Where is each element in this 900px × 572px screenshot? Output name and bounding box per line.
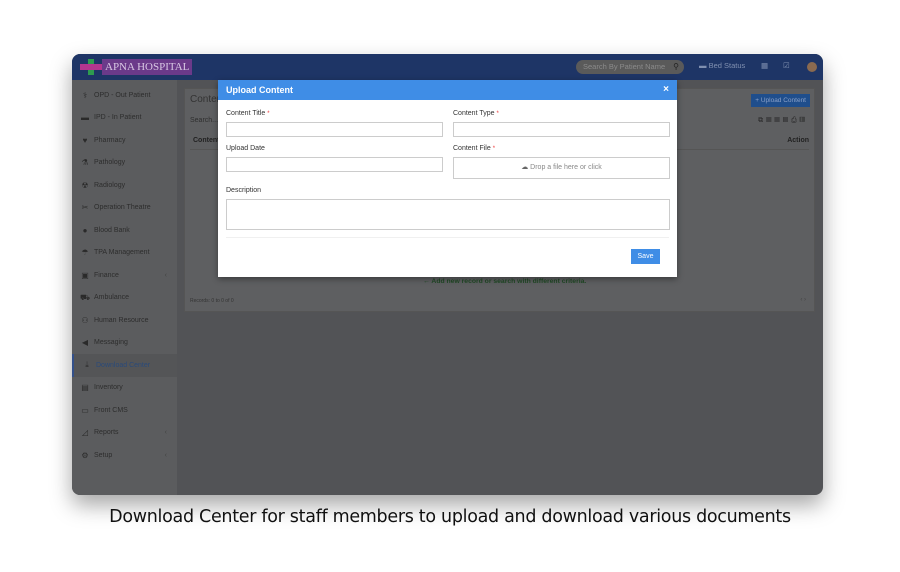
empty-message: ← Add new record or search with differen… [423, 278, 587, 285]
umbrella-icon: ☂ [81, 248, 89, 258]
sidebar-item-tpa-management[interactable]: ☂ TPA Management [72, 242, 177, 265]
bed-icon: ▬ [699, 61, 709, 70]
avatar[interactable] [807, 62, 817, 72]
records-count: Records: 0 to 0 of 0 [190, 298, 234, 304]
chevron-left-icon: ‹ [164, 429, 167, 437]
tasks-icon[interactable]: ☑ [783, 61, 790, 70]
pagination[interactable]: ‹ › [800, 297, 806, 303]
money-icon: ▣ [81, 270, 89, 280]
gears-icon: ⚙ [81, 450, 89, 460]
sidebar-item-opd-out-patient[interactable]: ⚕ OPD - Out Patient [72, 84, 177, 107]
sidebar-item-radiology[interactable]: ☢ Radiology [72, 174, 177, 197]
logo[interactable]: APNA HOSPITAL [80, 59, 193, 75]
sidebar-item-blood-bank[interactable]: ● Blood Bank [72, 219, 177, 242]
description-label: Description [226, 187, 262, 194]
stethoscope-icon: ⚕ [82, 90, 88, 100]
download-icon: ⤓ [85, 360, 89, 370]
chart-icon: ◿ [81, 428, 89, 438]
content-type-select[interactable] [453, 122, 670, 137]
upload-date-input[interactable] [226, 157, 443, 172]
sidebar-item-pathology[interactable]: ⚗ Pathology [72, 152, 177, 175]
inventory-icon: ▤ [81, 383, 89, 393]
columns-icon[interactable]: ▥ [800, 117, 808, 124]
chevron-left-icon: ‹ [164, 271, 167, 279]
export-toolbar[interactable]: ⧉▤▤▤⎙▥ [758, 117, 808, 125]
column-header-content[interactable]: Content [193, 137, 219, 144]
cloud-upload-icon: ☁ [521, 164, 531, 171]
csv-icon[interactable]: ▤ [774, 117, 782, 124]
tint-icon: ● [82, 225, 88, 235]
hospital-cross-icon [80, 59, 102, 75]
upload-content-button[interactable]: + Upload Content [751, 94, 810, 107]
sidebar-item-front-cms[interactable]: ▭ Front CMS [72, 399, 177, 422]
sidebar: ⚕ OPD - Out Patient ▬ IPD - In Patient ♥ Phar… [72, 80, 177, 495]
sitemap-icon: ⚇ [81, 315, 89, 325]
content-title-input[interactable] [226, 122, 443, 137]
bullhorn-icon: ◀ [81, 338, 89, 348]
flask-icon: ⚗ [81, 158, 89, 168]
mortar-pestle-icon: ♥ [82, 135, 88, 145]
bed-status-link[interactable]: ▬ Bed Status [699, 61, 745, 70]
description-textarea[interactable] [226, 199, 670, 230]
upload-content-modal: Upload Content × Content Title * Content … [218, 80, 677, 277]
bed-icon: ▬ [81, 113, 89, 123]
sidebar-item-download-center[interactable]: ⤓ Download Center [72, 354, 177, 377]
top-navbar: APNA HOSPITAL Search By Patient Name ⚲ ▬ … [72, 54, 823, 80]
sidebar-item-inventory[interactable]: ▤ Inventory [72, 377, 177, 400]
sidebar-item-human-resource[interactable]: ⚇ Human Resource [72, 309, 177, 332]
ambulance-icon: ⛟ [80, 292, 91, 302]
scissors-icon: ✂ [81, 203, 89, 213]
search-icon[interactable]: ⚲ [673, 60, 679, 74]
caption: Download Center for staff members to upl… [109, 507, 791, 527]
save-button[interactable]: Save [631, 249, 660, 264]
pdf-icon[interactable]: ▤ [783, 117, 791, 124]
close-icon[interactable]: × [663, 80, 669, 100]
sidebar-item-ipd-in-patient[interactable]: ▬ IPD - In Patient [72, 107, 177, 130]
sidebar-item-setup[interactable]: ⚙ Setup ‹ [72, 444, 177, 467]
sidebar-item-pharmacy[interactable]: ♥ Pharmacy [72, 129, 177, 152]
sidebar-item-messaging[interactable]: ◀ Messaging [72, 332, 177, 355]
upload-date-label: Upload Date [226, 145, 265, 152]
file-dropzone[interactable]: ☁ Drop a file here or click [453, 157, 670, 179]
copy-icon[interactable]: ⧉ [758, 117, 766, 124]
column-header-action: Action [787, 137, 809, 144]
desktop-icon: ▭ [81, 405, 89, 415]
print-icon[interactable]: ⎙ [791, 117, 800, 124]
sidebar-item-reports[interactable]: ◿ Reports ‹ [72, 422, 177, 445]
xray-icon: ☢ [81, 180, 89, 190]
patient-search-input[interactable]: Search By Patient Name ⚲ [576, 60, 684, 74]
modal-header: Upload Content × [218, 80, 677, 100]
content-type-label: Content Type * [453, 110, 499, 117]
content-file-label: Content File * [453, 145, 496, 152]
sidebar-item-ambulance[interactable]: ⛟ Ambulance [72, 287, 177, 310]
table-search-input[interactable]: Search... [190, 117, 218, 124]
chevron-left-icon: ‹ [164, 451, 167, 459]
content-title-label: Content Title * [226, 110, 270, 117]
sidebar-item-finance[interactable]: ▣ Finance ‹ [72, 264, 177, 287]
sidebar-item-operation-theatre[interactable]: ✂ Operation Theatre [72, 197, 177, 220]
calendar-icon[interactable]: ▦ [761, 61, 768, 70]
divider [226, 237, 669, 238]
